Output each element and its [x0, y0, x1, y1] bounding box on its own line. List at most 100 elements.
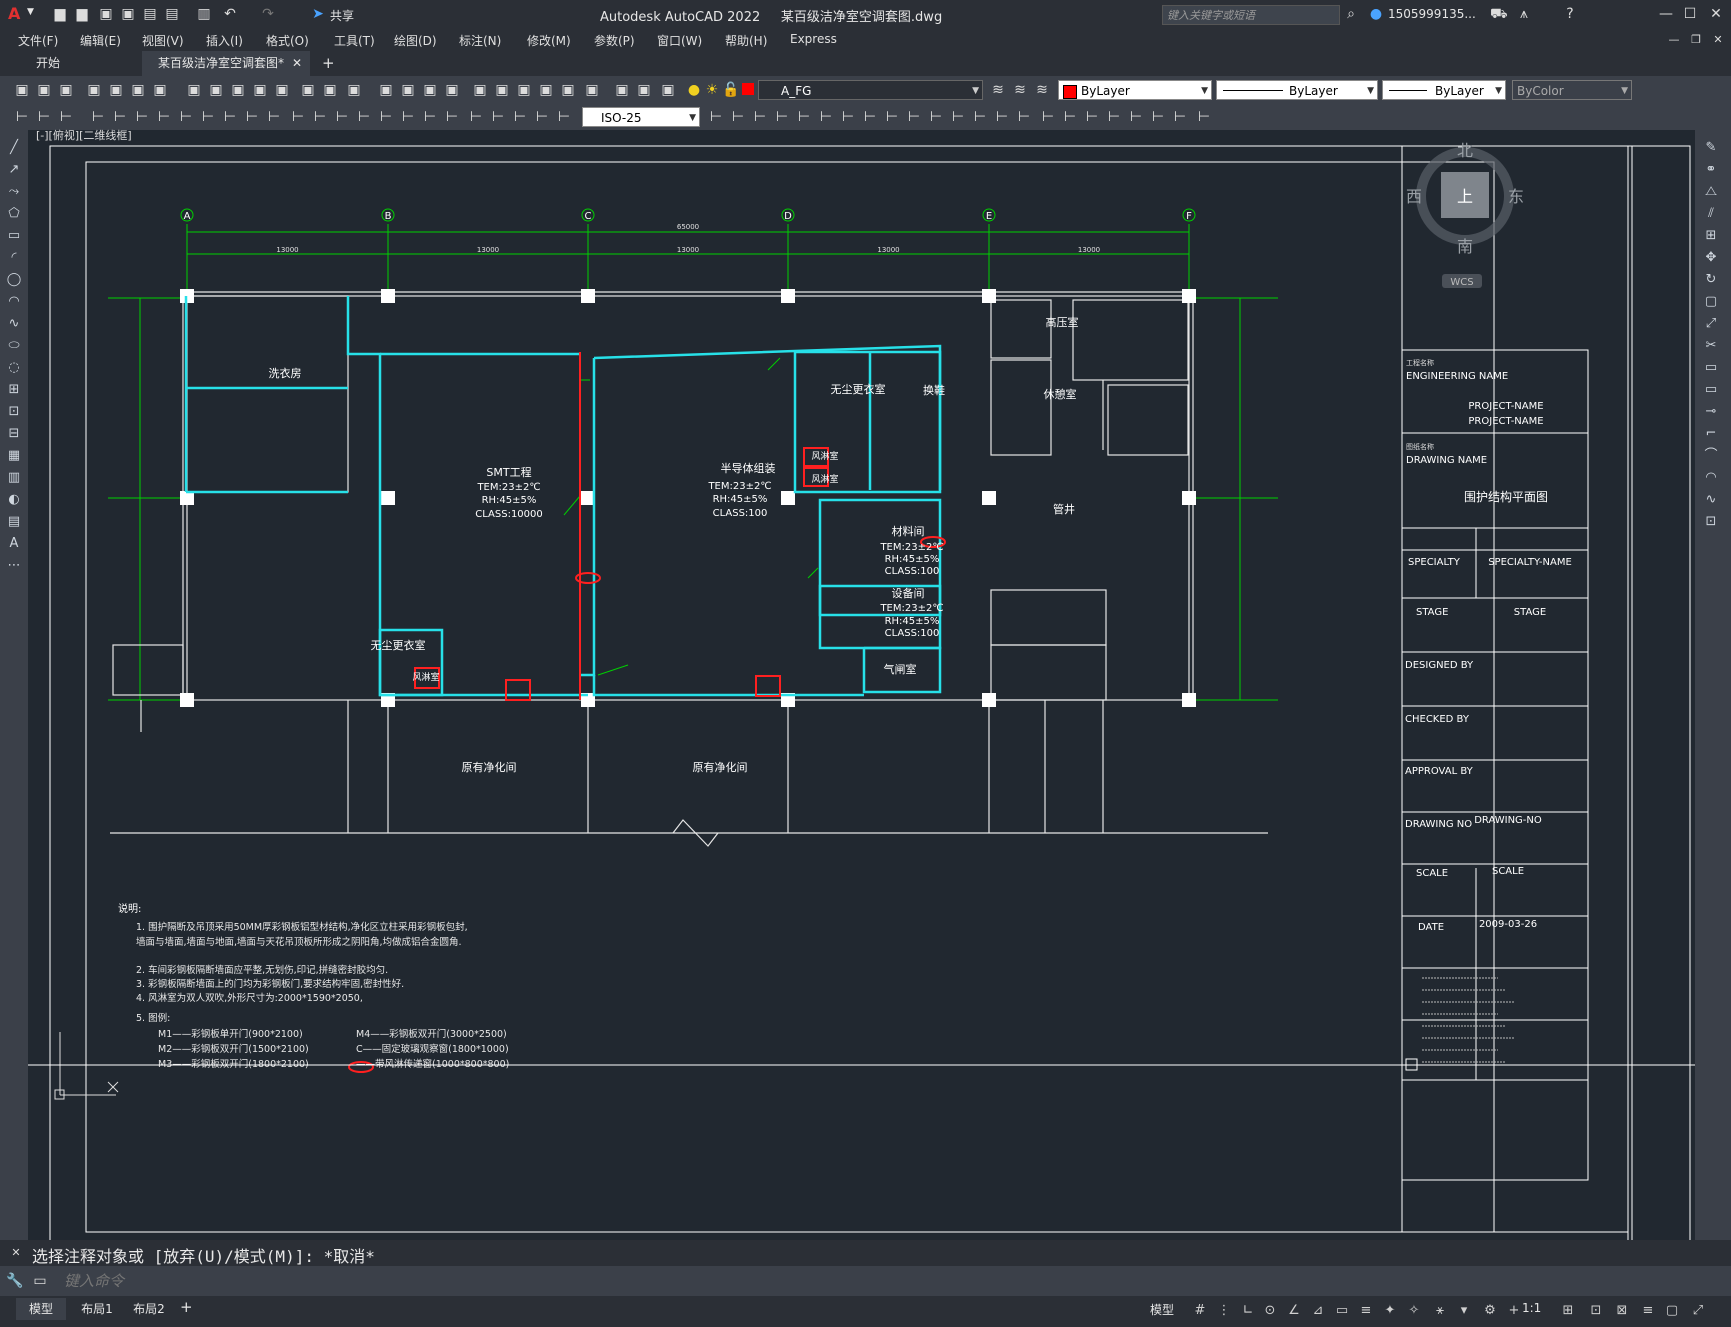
status-tool-6-icon[interactable]: ▭ — [1334, 1302, 1350, 1320]
status-tool-17-icon[interactable]: ≡ — [1640, 1302, 1656, 1320]
dim-tool-40-icon[interactable]: ⊢ — [1040, 109, 1056, 125]
draw-tool-2-icon[interactable]: ⤳ — [6, 184, 22, 200]
save-icon[interactable]: ▣ — [98, 6, 114, 22]
status-tool-8-icon[interactable]: ✦ — [1382, 1302, 1398, 1320]
doc-close-icon[interactable]: ✕ — [1710, 32, 1726, 48]
dim-tool-28-icon[interactable]: ⊢ — [774, 109, 790, 125]
help-icon[interactable]: ? — [1562, 6, 1578, 22]
standard-tool-20-icon[interactable]: ▣ — [494, 82, 510, 98]
standard-tool-22-icon[interactable]: ▣ — [538, 82, 554, 98]
status-tool-0-icon[interactable]: # — [1192, 1302, 1208, 1320]
dim-tool-13-icon[interactable]: ⊢ — [312, 109, 328, 125]
menu-draw[interactable]: 绘图(D) — [394, 32, 437, 49]
menu-modify[interactable]: 修改(M) — [527, 32, 571, 49]
new-tab-button[interactable]: + — [322, 51, 342, 76]
dim-tool-5-icon[interactable]: ⊢ — [134, 109, 150, 125]
drawing-canvas[interactable]: [-][俯视][二维线框] 工程名称 ENGINEERING NAME PROJEC… — [28, 129, 1695, 1240]
status-tool-11-icon[interactable]: ▾ — [1456, 1302, 1472, 1320]
modify-tool-5-icon[interactable]: ✥ — [1703, 250, 1719, 266]
draw-tool-3-icon[interactable]: ⬠ — [6, 206, 22, 222]
dim-tool-12-icon[interactable]: ⊢ — [290, 109, 306, 125]
modify-tool-3-icon[interactable]: ⫽ — [1703, 206, 1719, 222]
dim-tool-31-icon[interactable]: ⊢ — [840, 109, 856, 125]
standard-tool-18-icon[interactable]: ▣ — [444, 82, 460, 98]
user-name[interactable]: 1505999135... — [1388, 7, 1476, 21]
status-tool-2-icon[interactable]: ∟ — [1240, 1302, 1256, 1320]
dim-tool-23-icon[interactable]: ⊢ — [534, 109, 550, 125]
standard-tool-17-icon[interactable]: ▣ — [422, 82, 438, 98]
draw-tool-7-icon[interactable]: ◠ — [6, 294, 22, 310]
autocad-logo[interactable]: A — [8, 4, 20, 23]
draw-tool-5-icon[interactable]: ◜ — [6, 250, 22, 266]
draw-tool-9-icon[interactable]: ⬭ — [6, 338, 22, 354]
dim-tool-11-icon[interactable]: ⊢ — [266, 109, 282, 125]
draw-tool-0-icon[interactable]: ╱ — [6, 140, 22, 156]
redo-icon[interactable]: ↷ — [260, 6, 276, 22]
dim-tool-4-icon[interactable]: ⊢ — [112, 109, 128, 125]
modify-tool-12-icon[interactable]: ⊸ — [1703, 404, 1719, 420]
layout-tab-2[interactable]: 布局2 — [124, 1298, 174, 1320]
modify-tool-0-icon[interactable]: ✎ — [1703, 140, 1719, 156]
draw-tool-1-icon[interactable]: ↗ — [6, 162, 22, 178]
draw-tool-14-icon[interactable]: ▦ — [6, 448, 22, 464]
modify-tool-6-icon[interactable]: ↻ — [1703, 272, 1719, 288]
dim-tool-15-icon[interactable]: ⊢ — [356, 109, 372, 125]
layer-dropdown[interactable]: A_FG ▼ — [758, 80, 983, 100]
dim-tool-33-icon[interactable]: ⊢ — [884, 109, 900, 125]
standard-tool-11-icon[interactable]: ▣ — [274, 82, 290, 98]
standard-tool-23-icon[interactable]: ▣ — [560, 82, 576, 98]
dim-tool-36-icon[interactable]: ⊢ — [950, 109, 966, 125]
standard-tool-5-icon[interactable]: ▣ — [130, 82, 146, 98]
status-tool-15-icon[interactable]: ⊡ — [1588, 1302, 1604, 1320]
draw-tool-4-icon[interactable]: ▭ — [6, 228, 22, 244]
status-tool-18-icon[interactable]: ▢ — [1664, 1302, 1680, 1320]
standard-tool-10-icon[interactable]: ▣ — [252, 82, 268, 98]
dim-tool-42-icon[interactable]: ⊢ — [1084, 109, 1100, 125]
standard-tool-27-icon[interactable]: ▣ — [660, 82, 676, 98]
model-space-button[interactable]: 模型 — [1150, 1301, 1174, 1318]
share-button[interactable]: 共享 — [330, 7, 354, 24]
menu-format[interactable]: 格式(O) — [266, 32, 309, 49]
dim-tool-6-icon[interactable]: ⊢ — [156, 109, 172, 125]
command-close-icon[interactable]: ✕ — [8, 1245, 24, 1261]
standard-tool-19-icon[interactable]: ▣ — [472, 82, 488, 98]
undo-icon[interactable]: ↶ — [222, 6, 238, 22]
doc-minimize-icon[interactable]: — — [1666, 32, 1682, 48]
standard-tool-7-icon[interactable]: ▣ — [186, 82, 202, 98]
menu-view[interactable]: 视图(V) — [142, 32, 184, 49]
dim-tool-0-icon[interactable]: ⊢ — [14, 109, 30, 125]
dim-tool-32-icon[interactable]: ⊢ — [862, 109, 878, 125]
share-icon[interactable]: ➤ — [310, 6, 326, 22]
standard-tool-26-icon[interactable]: ▣ — [636, 82, 652, 98]
dim-tool-34-icon[interactable]: ⊢ — [906, 109, 922, 125]
standard-tool-1-icon[interactable]: ▣ — [36, 82, 52, 98]
dim-tool-8-icon[interactable]: ⊢ — [200, 109, 216, 125]
modify-tool-9-icon[interactable]: ✂ — [1703, 338, 1719, 354]
draw-tool-15-icon[interactable]: ▥ — [6, 470, 22, 486]
standard-tool-6-icon[interactable]: ▣ — [152, 82, 168, 98]
dim-tool-37-icon[interactable]: ⊢ — [972, 109, 988, 125]
modify-tool-4-icon[interactable]: ⊞ — [1703, 228, 1719, 244]
dim-tool-24-icon[interactable]: ⊢ — [556, 109, 572, 125]
plot-icon[interactable]: ▥ — [196, 6, 212, 22]
cart-icon[interactable]: ⛟ — [1490, 6, 1508, 22]
standard-tool-9-icon[interactable]: ▣ — [230, 82, 246, 98]
standard-tool-14-icon[interactable]: ▣ — [346, 82, 362, 98]
maximize-icon[interactable]: ☐ — [1682, 6, 1698, 22]
color-dropdown[interactable]: ByLayer ▼ — [1058, 80, 1212, 100]
new-file-icon[interactable]: ▆ — [52, 6, 68, 22]
modify-tool-2-icon[interactable]: ⧍ — [1703, 184, 1719, 200]
dim-tool-7-icon[interactable]: ⊢ — [178, 109, 194, 125]
dim-tool-26-icon[interactable]: ⊢ — [730, 109, 746, 125]
status-tool-13-icon[interactable]: + — [1506, 1302, 1522, 1320]
dim-tool-22-icon[interactable]: ⊢ — [512, 109, 528, 125]
menu-help[interactable]: 帮助(H) — [725, 32, 767, 49]
draw-tool-11-icon[interactable]: ⊞ — [6, 382, 22, 398]
layer-previous-icon[interactable]: ≋ — [1012, 82, 1028, 98]
status-tool-16-icon[interactable]: ⊠ — [1614, 1302, 1630, 1320]
standard-tool-21-icon[interactable]: ▣ — [516, 82, 532, 98]
open-file-icon[interactable]: ▆ — [74, 6, 90, 22]
dim-tool-3-icon[interactable]: ⊢ — [90, 109, 106, 125]
close-icon[interactable]: ✕ — [1708, 6, 1724, 22]
modify-tool-16-icon[interactable]: ∿ — [1703, 492, 1719, 508]
